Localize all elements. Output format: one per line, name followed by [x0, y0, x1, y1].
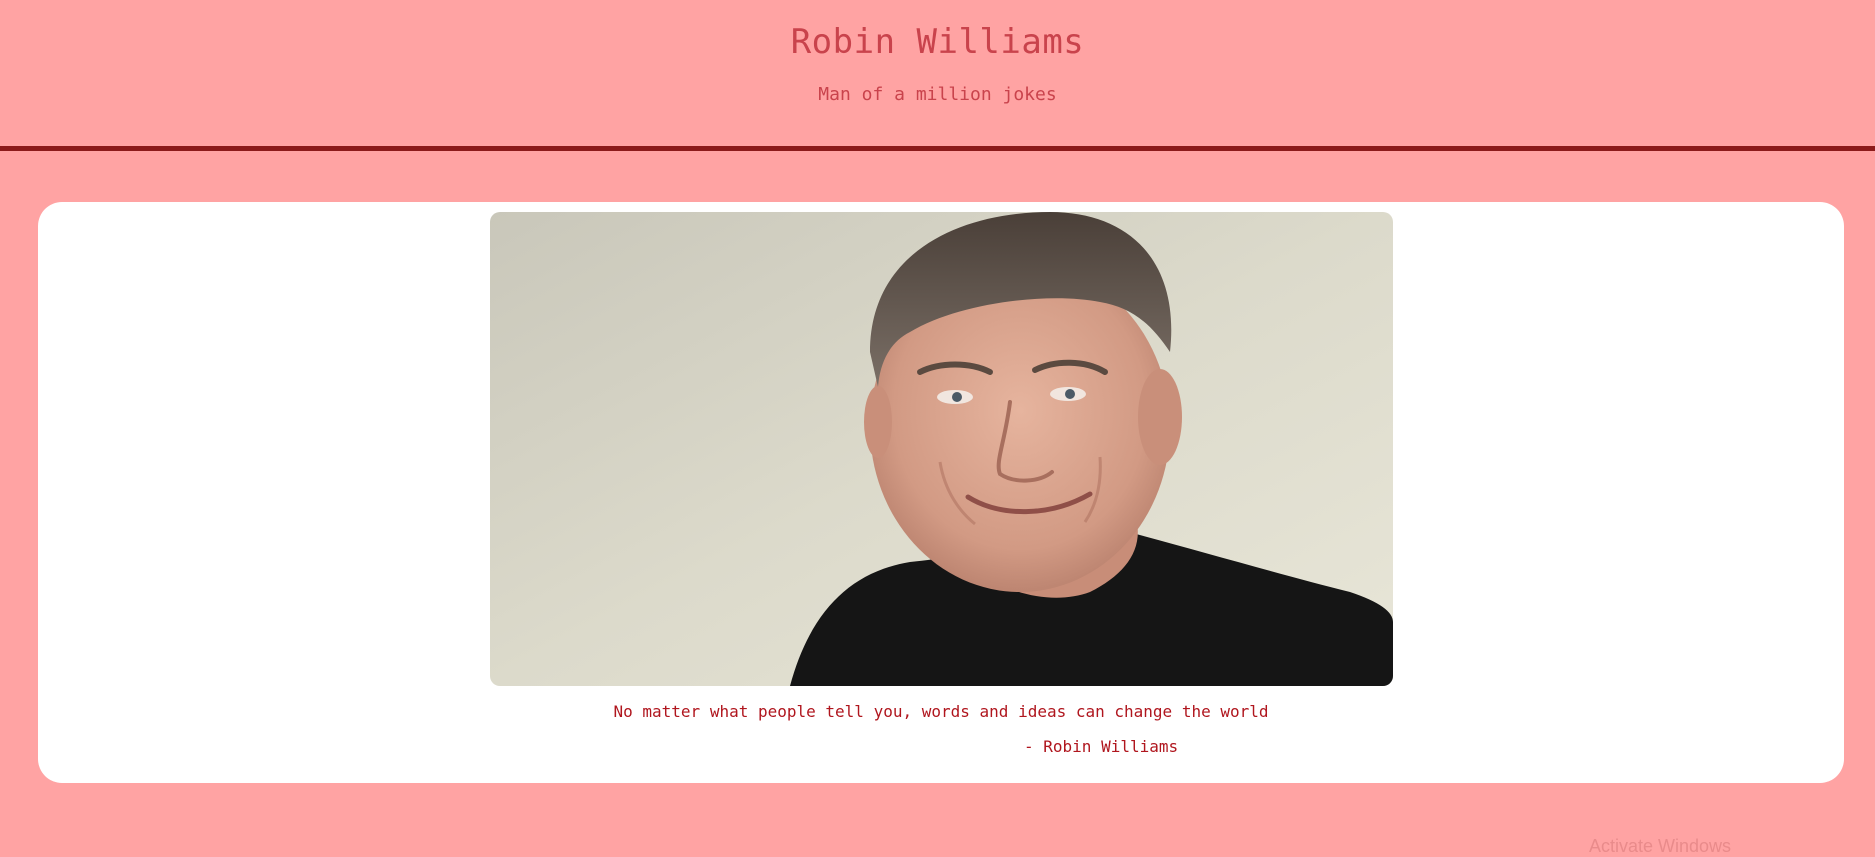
page-title: Robin Williams: [790, 22, 1085, 62]
portrait-image: [490, 212, 1393, 686]
page-subtitle: Man of a million jokes: [818, 84, 1057, 105]
tribute-card: No matter what people tell you, words an…: [38, 202, 1844, 783]
activate-windows-watermark: Activate Windows: [1589, 836, 1732, 856]
quote-author: - Robin Williams: [1024, 737, 1179, 756]
page-header: Robin Williams Man of a million jokes: [0, 0, 1875, 151]
quote-text: No matter what people tell you, words an…: [613, 702, 1269, 721]
tribute-photo: [490, 212, 1393, 686]
